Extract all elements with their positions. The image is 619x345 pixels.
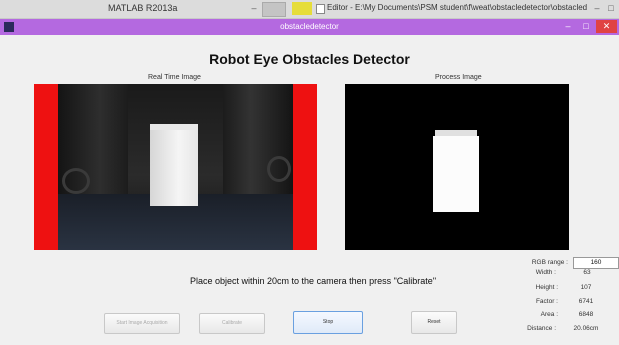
editor-minimize-icon[interactable]: – bbox=[590, 2, 604, 14]
calibrate-button[interactable]: Calibrate bbox=[199, 313, 265, 334]
rgb-range-input[interactable]: 160 bbox=[573, 257, 619, 269]
area-value: 6848 bbox=[578, 311, 594, 318]
distance-value: 20.06cm bbox=[573, 325, 599, 332]
close-button[interactable]: ✕ bbox=[596, 20, 617, 33]
matlab-taskbar-title: MATLAB R2013a bbox=[108, 3, 178, 13]
taskbar-button[interactable] bbox=[262, 2, 286, 17]
window-title: obstacledetector bbox=[280, 22, 339, 31]
width-label: Width : bbox=[535, 269, 556, 276]
segmented-object bbox=[433, 136, 479, 212]
realtime-image-caption: Real Time Image bbox=[148, 74, 201, 81]
process-image-panel bbox=[345, 84, 569, 250]
area-label: Area : bbox=[540, 311, 558, 318]
editor-taskbar-title[interactable]: Editor - E:\My Documents\PSM student\f\w… bbox=[327, 3, 587, 12]
page-title: Robot Eye Obstacles Detector bbox=[209, 51, 410, 67]
height-value: 107 bbox=[580, 284, 592, 291]
stop-button[interactable]: Stop bbox=[293, 311, 363, 334]
minimize-button[interactable]: – bbox=[560, 20, 576, 33]
reset-button[interactable]: Reset bbox=[411, 311, 457, 334]
figure-area: Robot Eye Obstacles Detector Real Time I… bbox=[0, 35, 619, 345]
maximize-button[interactable]: □ bbox=[578, 20, 594, 33]
factor-label: Factor : bbox=[535, 298, 558, 305]
detected-object bbox=[150, 130, 198, 206]
instruction-text: Place object within 20cm to the camera t… bbox=[190, 276, 437, 286]
taskbar-minimize-icon[interactable]: – bbox=[247, 2, 261, 14]
width-value: 63 bbox=[583, 269, 591, 276]
distance-label: Distance : bbox=[527, 325, 556, 332]
window-titlebar[interactable]: obstacledetector – □ ✕ bbox=[0, 19, 619, 35]
editor-icon bbox=[316, 4, 325, 14]
rgb-range-label: RGB range : bbox=[531, 259, 568, 266]
start-image-acquisition-button[interactable]: Start Image Acquisition bbox=[104, 313, 180, 334]
factor-value: 6741 bbox=[578, 298, 594, 305]
process-image-caption: Process Image bbox=[435, 74, 482, 81]
folder-icon[interactable] bbox=[292, 2, 312, 15]
taskbar: MATLAB R2013a – Editor - E:\My Documents… bbox=[0, 0, 619, 19]
camera-feed bbox=[58, 84, 293, 250]
realtime-image-panel bbox=[34, 84, 317, 250]
editor-maximize-icon[interactable]: □ bbox=[604, 2, 618, 14]
height-label: Height : bbox=[535, 284, 558, 291]
